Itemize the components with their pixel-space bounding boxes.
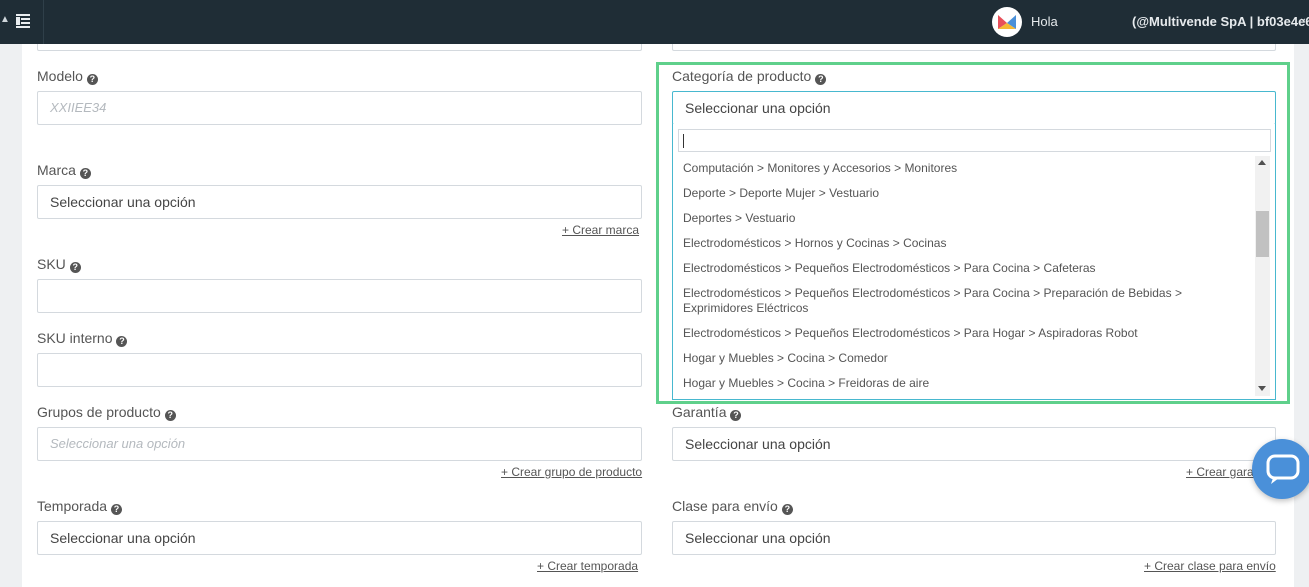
sku-interno-input[interactable] — [37, 353, 642, 387]
clase-envio-select[interactable]: Seleccionar una opción — [672, 521, 1276, 555]
chevron-left-icon: ▲ — [0, 14, 10, 25]
sku-interno-label: SKU interno? — [37, 330, 128, 347]
focus-highlight — [656, 62, 1290, 404]
chat-widget-button[interactable] — [1252, 439, 1309, 499]
create-temporada-link[interactable]: + Crear temporada — [537, 559, 638, 573]
create-marca-link[interactable]: + Crear marca — [562, 223, 639, 237]
create-clase-envio-link[interactable]: + Crear clase para envío — [1144, 559, 1276, 573]
sku-input[interactable] — [37, 279, 642, 313]
question-circle-icon: ? — [730, 410, 742, 421]
chat-bubble-icon — [1266, 454, 1300, 484]
marca-label: Marca? — [37, 162, 91, 179]
previous-field-right[interactable] — [672, 44, 1276, 51]
clase-envio-label: Clase para envío? — [672, 498, 793, 515]
avatar[interactable] — [992, 7, 1022, 37]
top-navbar: ▲ Hola (@Multivende SpA | bf03e4e6) ⌄ — [0, 0, 1309, 44]
question-circle-icon: ? — [781, 504, 793, 515]
question-circle-icon: ? — [111, 504, 123, 515]
marca-select[interactable]: Seleccionar una opción — [37, 185, 642, 219]
chevron-down-icon[interactable]: ⌄ — [1299, 13, 1307, 24]
greeting-text: Hola — [1031, 14, 1058, 29]
previous-field-left[interactable] — [37, 44, 642, 51]
create-grupo-link[interactable]: + Crear grupo de producto — [501, 465, 642, 479]
account-selector[interactable]: (@Multivende SpA | bf03e4e6) — [1132, 14, 1309, 29]
grupos-label: Grupos de producto? — [37, 404, 176, 421]
sku-label: SKU? — [37, 256, 81, 273]
temporada-label: Temporada? — [37, 498, 123, 515]
temporada-select[interactable]: Seleccionar una opción — [37, 521, 642, 555]
question-circle-icon: ? — [116, 336, 128, 347]
modelo-input[interactable]: XXIIEE34 — [37, 91, 642, 125]
question-circle-icon: ? — [86, 74, 98, 85]
menu-toggle-icon[interactable] — [16, 14, 32, 28]
grupos-select[interactable]: Seleccionar una opción — [37, 427, 642, 461]
garantia-select[interactable]: Seleccionar una opción — [672, 427, 1276, 461]
modelo-label: Modelo? — [37, 68, 98, 85]
multivende-logo-icon — [998, 15, 1016, 29]
garantia-label: Garantía? — [672, 404, 742, 421]
question-circle-icon: ? — [69, 262, 81, 273]
question-circle-icon: ? — [79, 168, 91, 179]
question-circle-icon: ? — [164, 410, 176, 421]
